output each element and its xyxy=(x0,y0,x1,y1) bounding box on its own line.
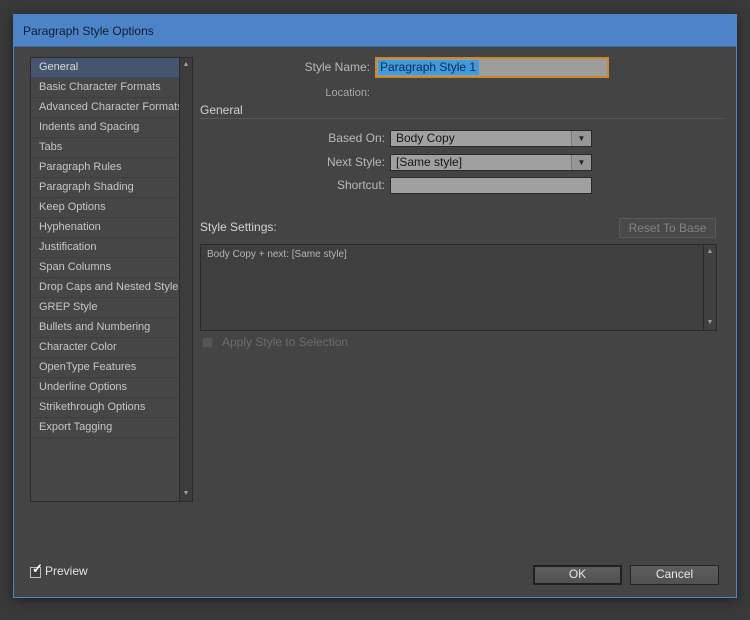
category-list-items: General Basic Character Formats Advanced… xyxy=(31,58,179,501)
style-name-input[interactable]: Paragraph Style 1 xyxy=(375,57,609,78)
sidebar-item-basic-character-formats[interactable]: Basic Character Formats xyxy=(31,78,179,98)
sidebar-item-hyphenation[interactable]: Hyphenation xyxy=(31,218,179,238)
sidebar-item-paragraph-shading[interactable]: Paragraph Shading xyxy=(31,178,179,198)
next-style-label: Next Style: xyxy=(200,155,385,169)
preview-checkbox[interactable]: ✓ xyxy=(30,567,41,578)
sidebar-item-drop-caps-and-nested-styles[interactable]: Drop Caps and Nested Styles xyxy=(31,278,179,298)
scroll-up-icon[interactable]: ▲ xyxy=(180,59,192,71)
sidebar-item-advanced-character-formats[interactable]: Advanced Character Formats xyxy=(31,98,179,118)
category-list-scrollbar[interactable]: ▲ ▼ xyxy=(179,58,192,501)
next-style-dropdown[interactable]: [Same style] ▼ xyxy=(390,154,592,171)
based-on-dropdown[interactable]: Body Copy ▼ xyxy=(390,130,592,147)
apply-style-to-selection-label: Apply Style to Selection xyxy=(222,335,348,349)
category-list: General Basic Character Formats Advanced… xyxy=(30,57,193,502)
sidebar-item-keep-options[interactable]: Keep Options xyxy=(31,198,179,218)
sidebar-item-tabs[interactable]: Tabs xyxy=(31,138,179,158)
shortcut-label: Shortcut: xyxy=(200,178,385,192)
sidebar-item-general[interactable]: General xyxy=(31,58,179,78)
chevron-down-icon[interactable]: ▼ xyxy=(571,131,591,146)
sidebar-item-paragraph-rules[interactable]: Paragraph Rules xyxy=(31,158,179,178)
sidebar-item-strikethrough-options[interactable]: Strikethrough Options xyxy=(31,398,179,418)
style-settings-label: Style Settings: xyxy=(200,220,277,234)
based-on-label: Based On: xyxy=(200,131,385,145)
reset-to-base-button[interactable]: Reset To Base xyxy=(619,218,716,238)
style-settings-summary-text: Body Copy + next: [Same style] xyxy=(201,245,716,264)
scroll-down-icon[interactable]: ▼ xyxy=(704,317,716,329)
sidebar-item-opentype-features[interactable]: OpenType Features xyxy=(31,358,179,378)
sidebar-item-indents-and-spacing[interactable]: Indents and Spacing xyxy=(31,118,179,138)
style-settings-scrollbar[interactable]: ▲ ▼ xyxy=(703,245,716,330)
scroll-down-icon[interactable]: ▼ xyxy=(180,488,192,500)
preview-label: Preview xyxy=(45,564,88,578)
sidebar-item-span-columns[interactable]: Span Columns xyxy=(31,258,179,278)
apply-style-to-selection-checkbox[interactable] xyxy=(202,337,213,348)
location-label: Location: xyxy=(200,87,370,99)
cancel-button[interactable]: Cancel xyxy=(630,565,719,585)
sidebar-item-justification[interactable]: Justification xyxy=(31,238,179,258)
shortcut-input[interactable] xyxy=(390,177,592,194)
paragraph-style-options-dialog: Paragraph Style Options General Basic Ch… xyxy=(13,14,737,598)
scroll-up-icon[interactable]: ▲ xyxy=(704,246,716,258)
style-name-selected-text: Paragraph Style 1 xyxy=(378,60,479,75)
ok-button[interactable]: OK xyxy=(533,565,622,585)
chevron-down-icon[interactable]: ▼ xyxy=(571,155,591,170)
sidebar-item-export-tagging[interactable]: Export Tagging xyxy=(31,418,179,438)
check-icon: ✓ xyxy=(32,561,43,577)
dialog-titlebar[interactable]: Paragraph Style Options xyxy=(14,15,736,47)
next-style-value: [Same style] xyxy=(391,155,591,170)
sidebar-item-grep-style[interactable]: GREP Style xyxy=(31,298,179,318)
sidebar-item-bullets-and-numbering[interactable]: Bullets and Numbering xyxy=(31,318,179,338)
dialog-title: Paragraph Style Options xyxy=(23,24,154,38)
sidebar-item-underline-options[interactable]: Underline Options xyxy=(31,378,179,398)
style-name-label: Style Name: xyxy=(200,60,370,74)
based-on-value: Body Copy xyxy=(391,131,591,146)
section-divider xyxy=(200,118,725,119)
style-settings-summary-box: Body Copy + next: [Same style] ▲ ▼ xyxy=(200,244,717,331)
sidebar-item-character-color[interactable]: Character Color xyxy=(31,338,179,358)
section-title-general: General xyxy=(200,103,243,117)
